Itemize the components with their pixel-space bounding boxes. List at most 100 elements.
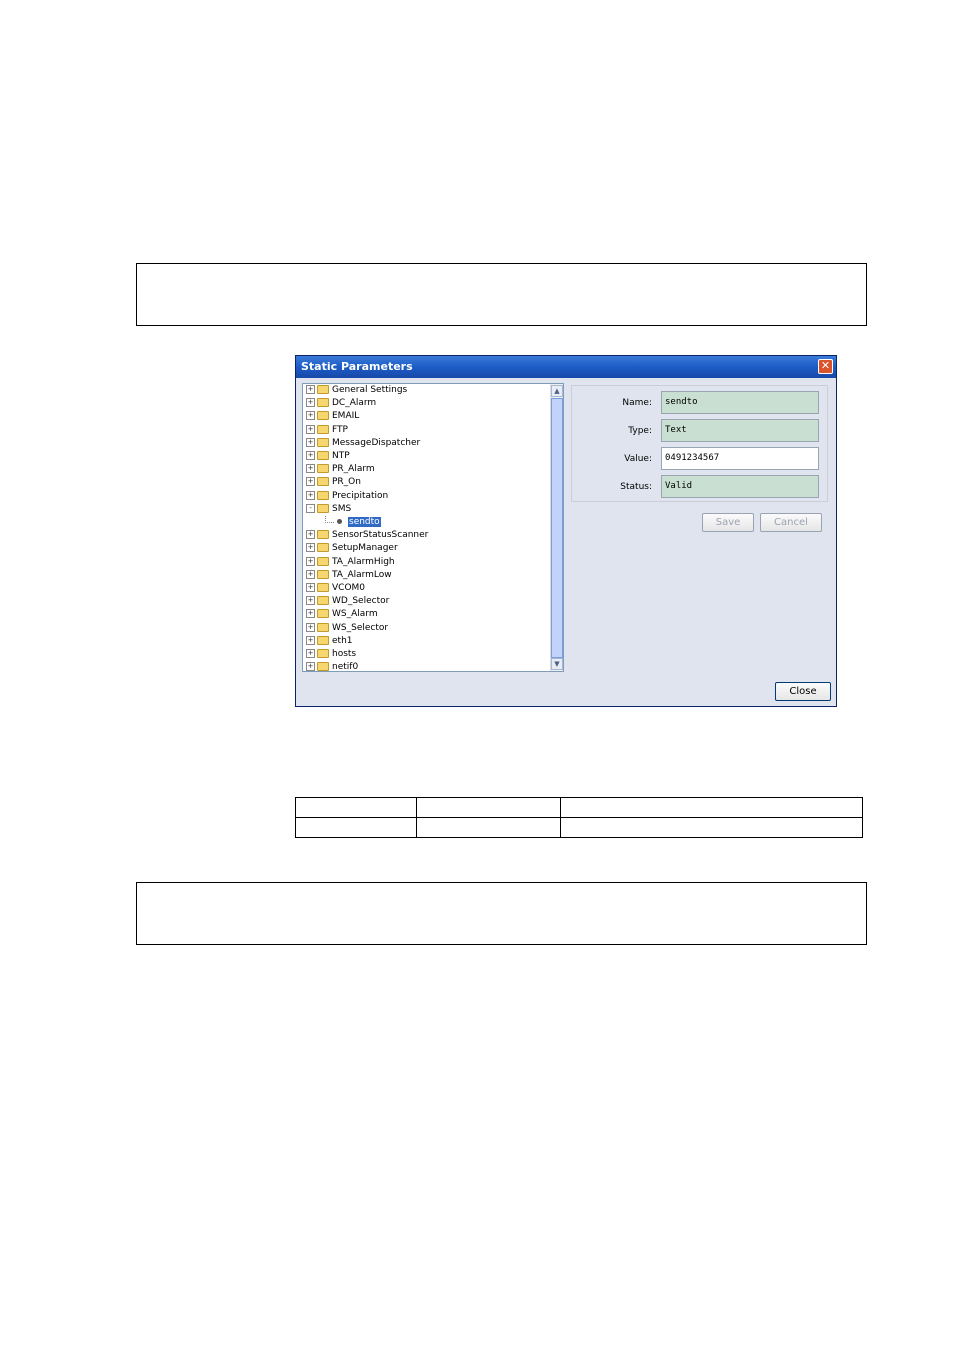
dialog-titlebar[interactable]: Static Parameters ✕	[296, 356, 836, 378]
expand-icon[interactable]: +	[306, 424, 315, 434]
tree-item[interactable]: + WS_Alarm	[306, 608, 378, 621]
tree-item[interactable]: + VCOM0	[306, 582, 365, 595]
tree-item-label: netif0	[332, 662, 359, 672]
value-label: Value:	[624, 454, 652, 464]
tree-item-label: MessageDispatcher	[332, 437, 421, 448]
tree-item-label: PR_Alarm	[332, 464, 375, 475]
expand-icon[interactable]: +	[306, 569, 315, 579]
expand-icon[interactable]: +	[306, 464, 315, 474]
value-input[interactable]: 0491234567	[661, 447, 819, 470]
folder-icon	[317, 622, 329, 632]
save-button[interactable]: Save	[702, 513, 754, 532]
parameter-leaf-icon	[337, 519, 342, 524]
scroll-thumb[interactable]	[551, 398, 563, 658]
folder-icon	[317, 411, 329, 421]
folder-icon	[317, 424, 329, 434]
table-cell	[295, 817, 417, 838]
tree-item[interactable]: + hosts	[306, 648, 356, 661]
tree-item-label: VCOM0	[332, 583, 366, 593]
folder-icon	[317, 649, 329, 658]
folder-icon	[317, 635, 329, 645]
expand-icon[interactable]: +	[306, 398, 315, 408]
tree-item[interactable]: + netif0	[306, 661, 359, 672]
expand-icon[interactable]: +	[306, 583, 315, 592]
scroll-up-arrow-icon[interactable]: ▲	[551, 385, 563, 397]
status-field: Valid	[661, 475, 819, 498]
close-button[interactable]: Close	[775, 682, 831, 701]
expand-icon[interactable]: +	[306, 649, 315, 658]
cancel-button[interactable]: Cancel	[760, 513, 822, 532]
collapse-icon[interactable]: -	[306, 503, 315, 513]
tree-item[interactable]: + EMAIL	[306, 410, 359, 423]
expand-icon[interactable]: +	[306, 385, 315, 394]
static-parameters-dialog: Static Parameters ✕ + General Settings + DC…	[295, 355, 837, 707]
folder-icon	[317, 596, 329, 606]
type-field: Text	[661, 419, 819, 442]
scroll-down-arrow-icon[interactable]: ▼	[551, 658, 563, 670]
expand-icon[interactable]: +	[306, 662, 315, 671]
tree-item[interactable]: sendto	[325, 516, 381, 529]
expand-icon[interactable]: +	[306, 622, 315, 632]
tree-item[interactable]: + WD_Selector	[306, 595, 389, 608]
tree-item[interactable]: + SetupManager	[306, 542, 398, 555]
close-icon[interactable]: ✕	[818, 359, 833, 374]
folder-icon	[317, 609, 329, 619]
tree-item-label: hosts	[332, 649, 357, 659]
table-cell	[416, 797, 561, 818]
dialog-title: Static Parameters	[301, 360, 413, 373]
tree-item[interactable]: + FTP	[306, 424, 348, 437]
info-table	[295, 797, 863, 838]
expand-icon[interactable]: +	[306, 543, 315, 553]
tree-item-label: sendto	[348, 517, 381, 527]
status-label: Status:	[620, 482, 652, 492]
tree-item[interactable]: + General Settings	[306, 384, 407, 397]
tree-item[interactable]: + PR_Alarm	[306, 463, 375, 476]
table-cell	[560, 797, 863, 818]
tree-item-label: DC_Alarm	[332, 398, 377, 409]
expand-icon[interactable]: +	[306, 490, 315, 500]
tree-item[interactable]: + TA_AlarmLow	[306, 569, 392, 582]
tree-item[interactable]: + DC_Alarm	[306, 397, 376, 410]
note-box-bottom	[136, 882, 867, 945]
tree-item[interactable]: + PR_On	[306, 476, 361, 489]
folder-icon	[317, 543, 329, 553]
expand-icon[interactable]: +	[306, 635, 315, 645]
expand-icon[interactable]: +	[306, 530, 315, 540]
tree-item[interactable]: - SMS	[306, 503, 351, 516]
folder-icon	[317, 464, 329, 474]
tree-item[interactable]: + NTP	[306, 450, 350, 463]
tree-item[interactable]: + SensorStatusScanner	[306, 529, 428, 542]
table-row	[295, 817, 863, 838]
parameter-tree: + General Settings + DC_Alarm + EMAIL + FTP + Mes…	[302, 383, 564, 672]
note-box-top	[136, 263, 867, 326]
tree-item-label: SMS	[332, 503, 352, 514]
tree-item[interactable]: + eth1	[306, 635, 353, 648]
tree-item-label: TA_AlarmLow	[332, 569, 392, 580]
tree-item[interactable]: + TA_AlarmHigh	[306, 556, 395, 569]
tree-item-label: EMAIL	[332, 411, 360, 422]
tree-item-label: eth1	[332, 635, 353, 646]
expand-icon[interactable]: +	[306, 609, 315, 619]
tree-item-label: General Settings	[332, 385, 408, 395]
tree-item-label: TA_AlarmHigh	[332, 556, 395, 567]
expand-icon[interactable]: +	[306, 411, 315, 421]
expand-icon[interactable]: +	[306, 437, 315, 447]
tree-scrollbar[interactable]: ▲ ▼	[550, 384, 563, 671]
expand-icon[interactable]: +	[306, 477, 315, 487]
tree-item-label: WS_Alarm	[332, 609, 378, 620]
tree-connector	[325, 516, 334, 523]
folder-icon	[317, 385, 329, 394]
tree-item-label: WS_Selector	[332, 622, 389, 633]
expand-icon[interactable]: +	[306, 596, 315, 606]
folder-icon	[317, 583, 329, 592]
name-label: Name:	[622, 398, 652, 408]
folder-icon	[317, 451, 329, 460]
table-cell	[295, 797, 417, 818]
tree-item[interactable]: + WS_Selector	[306, 622, 388, 635]
tree-item[interactable]: + MessageDispatcher	[306, 437, 420, 450]
tree-item-label: Precipitation	[332, 490, 389, 501]
expand-icon[interactable]: +	[306, 556, 315, 566]
folder-icon	[317, 398, 329, 408]
expand-icon[interactable]: +	[306, 451, 315, 460]
tree-item[interactable]: + Precipitation	[306, 490, 388, 503]
